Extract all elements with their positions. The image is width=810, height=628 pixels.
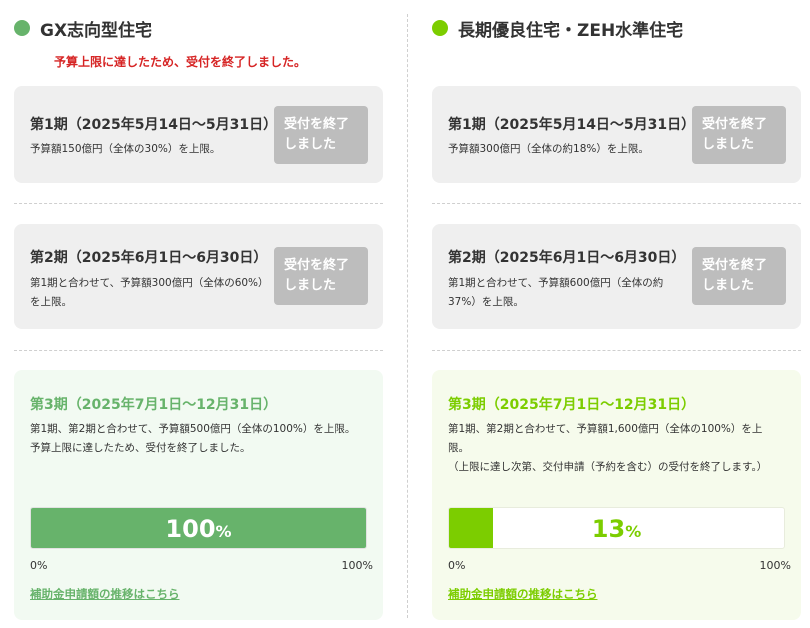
zeh-progress-unit: %: [625, 522, 642, 541]
zeh-period3-desc: 第1期、第2期と合わせて、予算額1,600億円（全体の100%）を上限。 （上限…: [448, 420, 783, 477]
gx-notice: 予算上限に達したため、受付を終了しました。: [54, 55, 307, 69]
gx-period2-title: 第2期（2025年6月1日〜6月30日）: [30, 250, 268, 266]
zeh-period1-card: 第1期（2025年5月14日〜5月31日） 予算額300億円（全体の約18%）を…: [432, 86, 801, 183]
zeh-period2-desc: 第1期と合わせて、予算額600億円（全体の約37%）を上限。: [448, 277, 664, 308]
zeh-header: 長期優良住宅・ZEH水準住宅: [432, 14, 683, 42]
gx-period1-title: 第1期（2025年5月14日〜5月31日）: [30, 117, 278, 133]
gx-period3-desc-line2: 予算上限に達したため、受付を終了しました。: [30, 442, 251, 454]
zeh-progress-label: 13%: [449, 508, 784, 548]
zeh-period3-card: 第3期（2025年7月1日〜12月31日） 第1期、第2期と合わせて、予算額1,…: [432, 370, 801, 620]
zeh-period3-title: 第3期（2025年7月1日〜12月31日）: [448, 397, 696, 413]
zeh-period2-title: 第2期（2025年6月1日〜6月30日）: [448, 250, 686, 266]
zeh-history-link[interactable]: 補助金申請額の推移はこちら: [448, 586, 598, 602]
gx-period2-closed-badge: 受付を終了しました: [274, 247, 368, 305]
separator: [14, 203, 383, 204]
gx-progress-value: 100: [165, 515, 216, 543]
zeh-period1-desc: 予算額300億円（全体の約18%）を上限。: [448, 143, 649, 155]
gx-history-link[interactable]: 補助金申請額の推移はこちら: [30, 586, 180, 602]
gx-period3-desc: 第1期、第2期と合わせて、予算額500億円（全体の100%）を上限。 予算上限に…: [30, 420, 365, 458]
zeh-dot-icon: [432, 20, 448, 36]
gx-period3-desc-line1: 第1期、第2期と合わせて、予算額500億円（全体の100%）を上限。: [30, 423, 356, 435]
zeh-period1-title: 第1期（2025年5月14日〜5月31日）: [448, 117, 696, 133]
gx-progress-unit: %: [215, 522, 232, 541]
zeh-period2-card: 第2期（2025年6月1日〜6月30日） 第1期と合わせて、予算額600億円（全…: [432, 224, 801, 329]
gx-progress-label: 100%: [31, 508, 366, 548]
zeh-progress-value: 13: [591, 515, 626, 543]
gx-dot-icon: [14, 20, 30, 36]
gx-progress-bar: 100%: [30, 507, 367, 549]
zeh-period1-closed-badge: 受付を終了しました: [692, 106, 786, 164]
gx-period1-desc: 予算額150億円（全体の30%）を上限。: [30, 143, 221, 155]
zeh-period3-desc-line2: （上限に達し次第、交付申請（予約を含む）の受付を終了します。）: [448, 461, 768, 473]
zeh-title: 長期優良住宅・ZEH水準住宅: [458, 20, 684, 41]
zeh-progress-min: 0%: [448, 559, 466, 572]
gx-progress-min: 0%: [30, 559, 48, 572]
zeh-period2-closed-badge: 受付を終了しました: [692, 247, 786, 305]
column-divider: [407, 14, 408, 618]
separator: [14, 350, 383, 351]
separator: [432, 203, 801, 204]
zeh-progress-bar: 13%: [448, 507, 785, 549]
gx-period1-card: 第1期（2025年5月14日〜5月31日） 予算額150億円（全体の30%）を上…: [14, 86, 383, 183]
zeh-period3-desc-line1: 第1期、第2期と合わせて、予算額1,600億円（全体の100%）を上限。: [448, 423, 763, 454]
zeh-progress-max: 100%: [759, 559, 791, 572]
gx-period3-card: 第3期（2025年7月1日〜12月31日） 第1期、第2期と合わせて、予算額50…: [14, 370, 383, 620]
gx-header: GX志向型住宅: [14, 14, 152, 42]
gx-period1-closed-badge: 受付を終了しました: [274, 106, 368, 164]
gx-title: GX志向型住宅: [40, 20, 153, 41]
gx-period3-title: 第3期（2025年7月1日〜12月31日）: [30, 397, 278, 413]
separator: [432, 350, 801, 351]
gx-progress-max: 100%: [341, 559, 373, 572]
gx-period2-desc: 第1期と合わせて、予算額300億円（全体の60%）を上限。: [30, 277, 269, 308]
gx-period2-card: 第2期（2025年6月1日〜6月30日） 第1期と合わせて、予算額300億円（全…: [14, 224, 383, 329]
